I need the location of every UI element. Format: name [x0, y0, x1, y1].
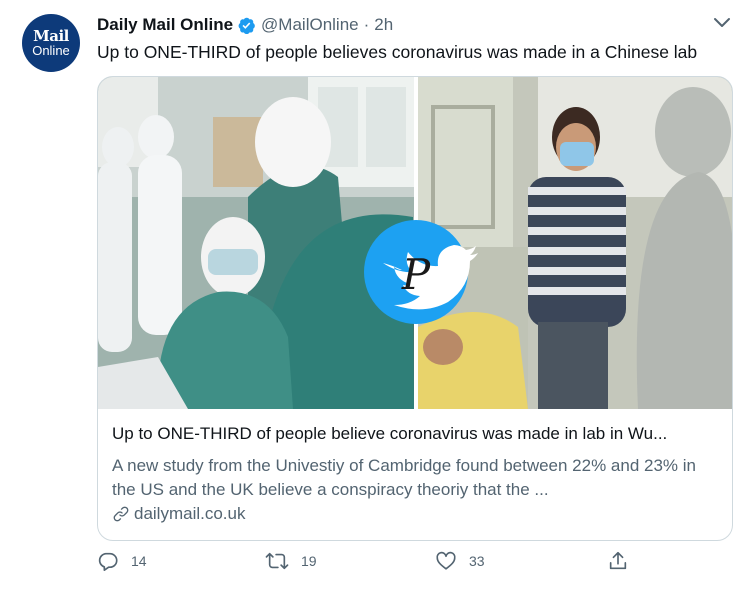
account-name[interactable]: Daily Mail Online [97, 15, 233, 35]
link-card[interactable]: P Up to ONE-THIRD of people believe coro… [97, 76, 733, 541]
retweet-button[interactable]: 19 [265, 550, 317, 572]
share-button[interactable] [607, 550, 641, 572]
timestamp[interactable]: 2h [374, 15, 393, 35]
like-icon [436, 551, 456, 570]
retweet-icon [265, 552, 289, 570]
like-button[interactable]: 33 [435, 550, 485, 572]
avatar-line2: Online [32, 42, 70, 58]
like-count: 33 [469, 553, 485, 569]
verified-icon [238, 17, 255, 34]
tweet[interactable]: Mail Online Daily Mail Online @MailOnlin… [0, 0, 751, 592]
reply-icon [98, 552, 118, 571]
account-handle[interactable]: @MailOnline [261, 15, 359, 35]
chevron-down-icon[interactable] [711, 14, 733, 32]
card-image: P [98, 77, 732, 409]
reply-button[interactable]: 14 [97, 550, 147, 572]
reply-count: 14 [131, 553, 147, 569]
card-domain: dailymail.co.uk [112, 504, 246, 524]
card-description: A new study from the Univestiy of Cambri… [112, 456, 697, 499]
separator-dot: · [363, 15, 370, 34]
card-title: Up to ONE-THIRD of people believe corona… [112, 424, 668, 443]
tweet-header: Daily Mail Online @MailOnline · 2h [97, 14, 393, 36]
share-icon [609, 551, 627, 570]
avatar[interactable]: Mail Online [22, 14, 80, 72]
card-domain-text: dailymail.co.uk [134, 504, 246, 523]
action-bar: 14 19 33 [97, 550, 637, 576]
watermark-letter: P [401, 250, 431, 299]
link-icon [113, 506, 129, 522]
tweet-text: Up to ONE-THIRD of people believes coron… [97, 42, 698, 62]
retweet-count: 19 [301, 553, 317, 569]
avatar-line1: Mail [33, 26, 69, 45]
